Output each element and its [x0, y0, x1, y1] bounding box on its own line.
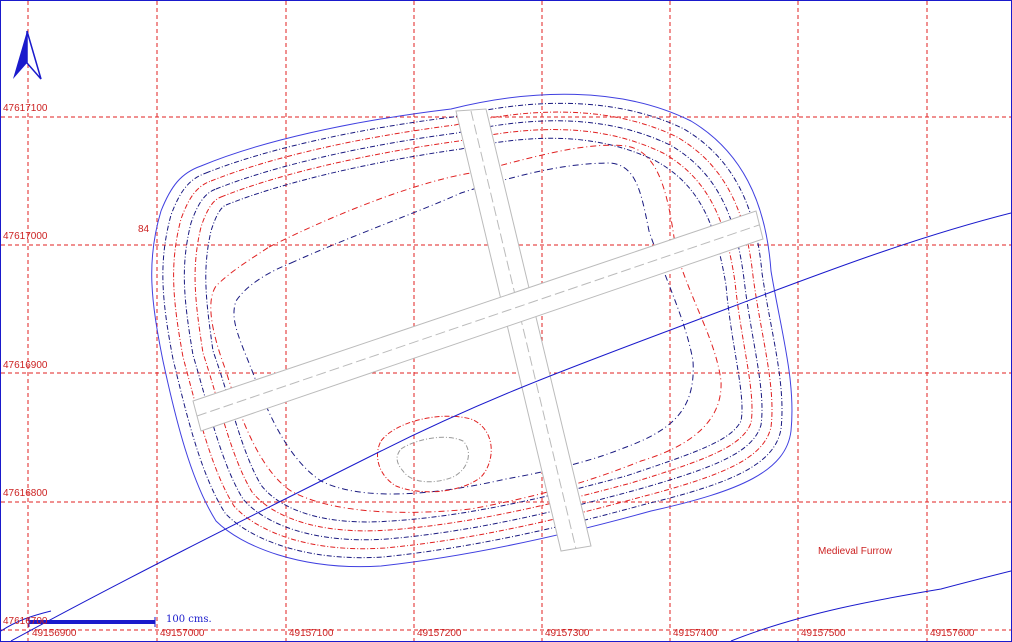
- x-tick-label: 49157000: [160, 628, 205, 639]
- trench-group: [192, 108, 764, 552]
- knoll-contour: [396, 436, 469, 483]
- map-canvas: [1, 1, 1011, 641]
- north-arrow-icon: [13, 30, 42, 80]
- contour-label: 84: [138, 224, 150, 235]
- x-tick-label: 49157200: [417, 628, 462, 639]
- knoll-contour: [377, 415, 492, 493]
- feature-label: Medieval Furrow: [818, 546, 892, 557]
- x-tick-label: 49157300: [545, 628, 590, 639]
- y-tick-label: 47616800: [3, 488, 48, 499]
- y-tick-label: 47617100: [3, 103, 48, 114]
- y-tick-label: 47616700: [3, 616, 48, 627]
- x-tick-label: 49157100: [289, 628, 334, 639]
- x-tick-label: 49157600: [930, 628, 975, 639]
- x-tick-label: 49156900: [32, 628, 77, 639]
- y-tick-label: 47616900: [3, 360, 48, 371]
- y-tick-label: 47617000: [3, 231, 48, 242]
- x-tick-label: 49157500: [801, 628, 846, 639]
- scale-bar-label: 100 cms.: [166, 614, 212, 625]
- x-tick-label: 49157400: [673, 628, 718, 639]
- map-frame: 47617100 47617000 47616900 47616800 4761…: [0, 0, 1012, 642]
- trench-ew-centerline: [196, 224, 760, 417]
